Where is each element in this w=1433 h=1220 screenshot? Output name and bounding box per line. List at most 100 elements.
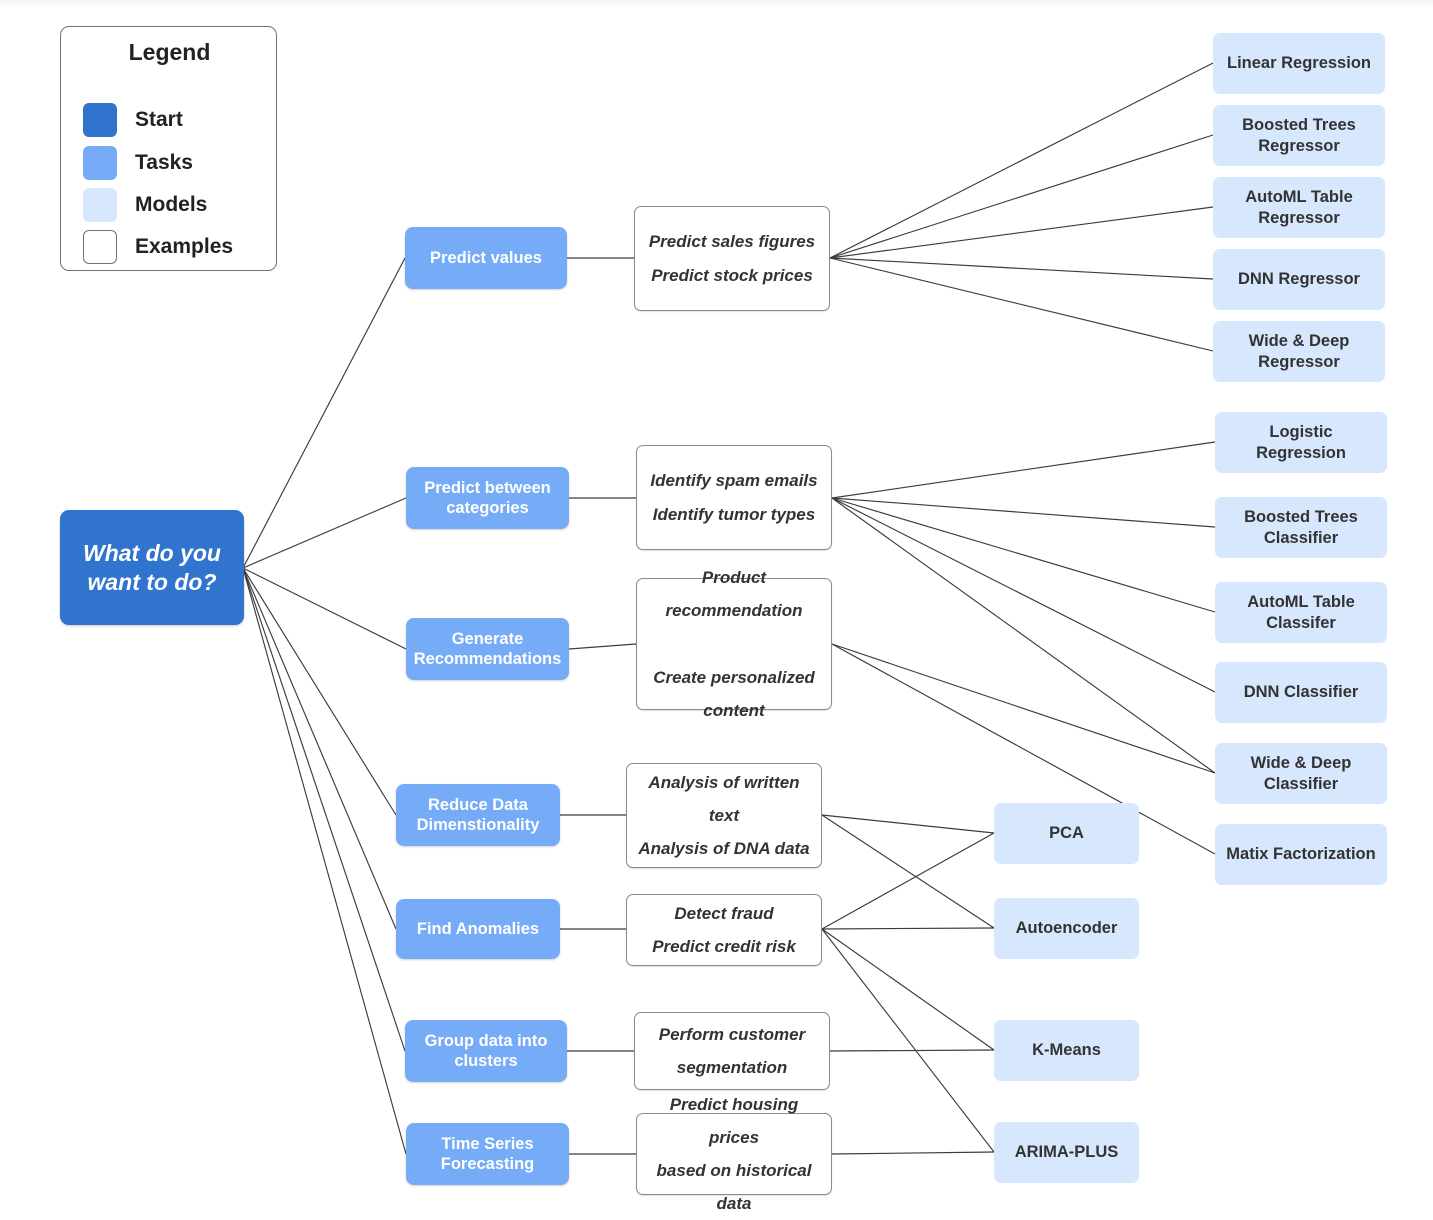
edge-example-to-model: [829, 257, 1214, 280]
model-node-label: DNN Regressor: [1238, 270, 1360, 289]
legend-label-start: Start: [135, 108, 183, 131]
model-node-logistic-regression[interactable]: Logistic Regression: [1215, 412, 1387, 473]
edge-example-to-model: [831, 497, 1216, 528]
edge-example-to-model: [831, 1151, 995, 1155]
edge-start-to-task: [242, 257, 406, 569]
task-node-predict-values[interactable]: Predict values: [405, 227, 567, 289]
model-node-label: Logistic Regression: [1256, 423, 1346, 462]
model-node-label: AutoML Table Classifer: [1247, 593, 1355, 632]
example-node-ex-generate-recs[interactable]: Product recommendation Create personaliz…: [636, 568, 832, 720]
task-node-find-anomalies[interactable]: Find Anomalies: [396, 899, 560, 959]
square-swatch-icon: [83, 188, 117, 222]
legend-row-start: Start: [83, 103, 183, 137]
start-node[interactable]: What do you want to do?: [60, 510, 244, 625]
model-node-automl-table-regressor[interactable]: AutoML Table Regressor: [1213, 177, 1385, 238]
diagram-canvas: Legend Start Tasks Models Examples What …: [0, 0, 1433, 1213]
example-node-label: Product recommendation Create personaliz…: [653, 568, 815, 720]
example-node-ex-predict-values[interactable]: Predict sales figures Predict stock pric…: [634, 206, 830, 311]
edge-example-to-model: [821, 928, 995, 1153]
model-node-matrix-factorization[interactable]: Matix Factorization: [1215, 824, 1387, 885]
example-node-label: Analysis of written text Analysis of DNA…: [638, 772, 810, 859]
example-node-ex-group-clusters[interactable]: Perform customer segmentation: [634, 1012, 830, 1090]
legend-row-examples: Examples: [83, 230, 233, 264]
start-node-label: What do you want to do?: [83, 540, 221, 595]
task-node-label: Group data into clusters: [424, 1031, 548, 1070]
edge-task-to-example: [568, 643, 637, 650]
task-node-generate-recs[interactable]: Generate Recommendations: [406, 618, 569, 680]
task-node-group-clusters[interactable]: Group data into clusters: [405, 1020, 567, 1082]
model-node-label: Wide & Deep Classifier: [1250, 754, 1352, 793]
model-node-automl-table-classifier[interactable]: AutoML Table Classifer: [1215, 582, 1387, 643]
example-node-ex-find-anomalies[interactable]: Detect fraud Predict credit risk: [626, 894, 822, 966]
model-node-label: DNN Classifier: [1243, 683, 1359, 702]
model-node-label: Boosted Trees Regressor: [1242, 116, 1356, 155]
edge-example-to-model: [829, 134, 1214, 259]
task-node-label: Predict between categories: [424, 478, 551, 517]
model-node-label: ARIMA-PLUS: [1014, 1143, 1119, 1162]
edge-start-to-task: [242, 567, 397, 930]
task-node-label: Generate Recommendations: [413, 629, 562, 668]
example-node-ex-time-series[interactable]: Predict housing prices based on historic…: [636, 1095, 832, 1213]
edge-example-to-model: [831, 497, 1216, 693]
example-node-ex-reduce-dimensionality[interactable]: Analysis of written text Analysis of DNA…: [626, 763, 822, 868]
legend-row-models: Models: [83, 188, 207, 222]
square-swatch-icon: [83, 103, 117, 137]
model-node-label: AutoML Table Regressor: [1245, 188, 1353, 227]
legend-panel: Legend Start Tasks Models Examples: [60, 26, 277, 271]
legend-row-tasks: Tasks: [83, 146, 193, 180]
task-node-predict-categories[interactable]: Predict between categories: [406, 467, 569, 529]
model-node-boosted-trees-regressor[interactable]: Boosted Trees Regressor: [1213, 105, 1385, 166]
model-node-pca[interactable]: PCA: [994, 803, 1139, 864]
edge-example-to-model: [821, 814, 995, 834]
example-node-label: Identify spam emails Identify tumor type…: [650, 471, 818, 524]
model-node-label: Matix Factorization: [1226, 845, 1376, 864]
model-node-wide-deep-regressor[interactable]: Wide & Deep Regressor: [1213, 321, 1385, 382]
legend-label-models: Models: [135, 193, 208, 216]
edge-example-to-model: [831, 497, 1216, 613]
model-node-label: Boosted Trees Classifier: [1244, 508, 1358, 547]
edge-example-to-model: [829, 206, 1214, 259]
edge-start-to-task: [242, 567, 407, 1155]
edge-example-to-model: [831, 497, 1216, 774]
square-outline-swatch-icon: [83, 230, 117, 264]
edge-example-to-model: [829, 1049, 995, 1052]
edge-example-to-model: [829, 62, 1214, 259]
model-node-arima-plus[interactable]: ARIMA-PLUS: [994, 1122, 1139, 1183]
task-node-label: Reduce Data Dimenstionality: [416, 795, 540, 834]
square-swatch-icon: [83, 146, 117, 180]
edge-start-to-task: [242, 567, 397, 816]
task-node-reduce-dimensionality[interactable]: Reduce Data Dimenstionality: [396, 784, 560, 846]
model-node-label: Wide & Deep Regressor: [1248, 332, 1350, 371]
legend-label-tasks: Tasks: [135, 151, 193, 174]
edge-example-to-model: [831, 441, 1216, 499]
example-node-ex-predict-categories[interactable]: Identify spam emails Identify tumor type…: [636, 445, 832, 550]
model-node-label: Autoencoder: [1015, 919, 1118, 938]
model-node-wide-deep-classifier[interactable]: Wide & Deep Classifier: [1215, 743, 1387, 804]
task-node-label: Find Anomalies: [416, 919, 540, 938]
example-node-label: Perform customer segmentation: [658, 1024, 806, 1077]
model-node-dnn-regressor[interactable]: DNN Regressor: [1213, 249, 1385, 310]
example-node-label: Predict housing prices based on historic…: [656, 1094, 812, 1214]
task-node-time-series[interactable]: Time Series Forecasting: [406, 1123, 569, 1185]
edge-start-to-task: [242, 567, 406, 1052]
edge-example-to-model: [821, 832, 995, 930]
legend-title: Legend: [128, 39, 211, 65]
model-node-autoencoder[interactable]: Autoencoder: [994, 898, 1139, 959]
edge-start-to-task: [242, 497, 407, 569]
model-node-label: Linear Regression: [1227, 54, 1371, 73]
model-node-dnn-classifier[interactable]: DNN Classifier: [1215, 662, 1387, 723]
model-node-linear-regression[interactable]: Linear Regression: [1213, 33, 1385, 94]
task-node-label: Time Series Forecasting: [440, 1134, 535, 1173]
model-node-boosted-trees-classifier[interactable]: Boosted Trees Classifier: [1215, 497, 1387, 558]
example-node-label: Detect fraud Predict credit risk: [652, 903, 796, 956]
edge-example-to-model: [829, 257, 1214, 352]
edge-example-to-model: [821, 927, 995, 930]
edge-start-to-task: [242, 567, 407, 650]
edge-example-to-model: [831, 643, 1216, 774]
edge-example-to-model: [821, 928, 995, 1051]
legend-label-examples: Examples: [135, 235, 234, 258]
task-node-label: Predict values: [430, 248, 542, 267]
model-node-kmeans[interactable]: K-Means: [994, 1020, 1139, 1081]
model-node-label: PCA: [1049, 824, 1084, 843]
edge-example-to-model: [821, 814, 995, 929]
